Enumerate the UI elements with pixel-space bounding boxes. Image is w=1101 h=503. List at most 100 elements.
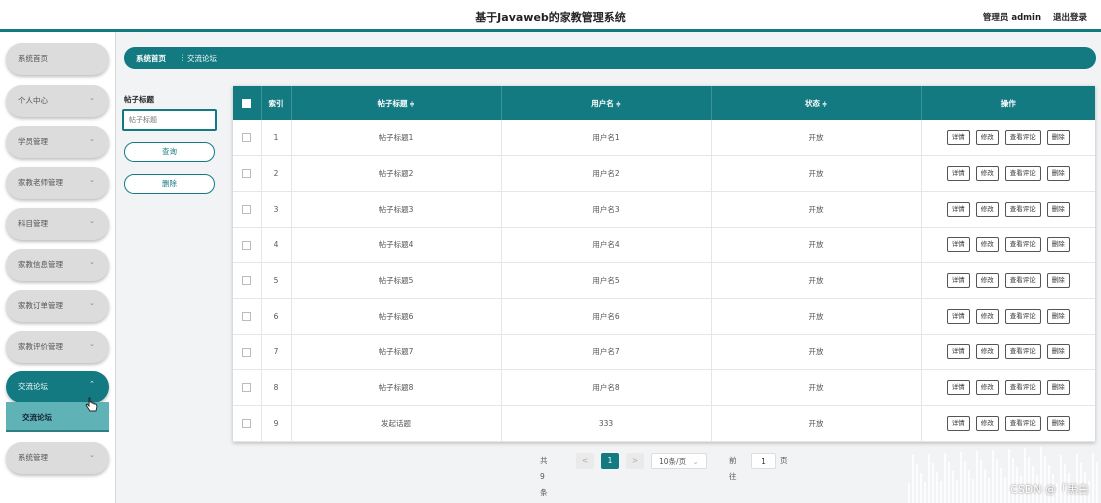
edit-button[interactable]: 修改 xyxy=(975,130,999,146)
view-comments-button[interactable]: 查看评论 xyxy=(1004,415,1041,431)
sidebar-item-9[interactable]: 系统管理 ⌄ xyxy=(6,442,109,474)
detail-button[interactable]: 详情 xyxy=(946,237,970,253)
select-all-checkbox-cell[interactable] xyxy=(233,86,262,120)
sort-icon[interactable]: ≑ xyxy=(616,101,621,108)
sidebar-item-0[interactable]: 系统首页 xyxy=(6,43,109,75)
sidebar-item-7[interactable]: 家教评价管理 ⌄ xyxy=(6,331,109,363)
edit-button[interactable]: 修改 xyxy=(975,237,999,253)
sort-icon[interactable]: ≑ xyxy=(822,101,827,108)
sidebar-item-1[interactable]: 个人中心 ⌄ xyxy=(6,85,109,117)
cell-actions: 详情 修改 查看评论 删除 xyxy=(921,227,1095,264)
row-checkbox-cell[interactable] xyxy=(233,262,262,299)
select-all-checkbox[interactable] xyxy=(242,98,252,108)
sidebar-item-6[interactable]: 家教订单管理 ⌄ xyxy=(6,290,109,322)
detail-button[interactable]: 详情 xyxy=(946,344,970,360)
cell-title: 帖子标题2 xyxy=(291,155,502,192)
edit-button[interactable]: 修改 xyxy=(975,344,999,360)
jump-page-suffix: 页 xyxy=(780,456,788,465)
detail-button[interactable]: 详情 xyxy=(946,415,970,431)
pagination-prev-button[interactable]: < xyxy=(576,453,594,469)
page-size-value: 10条/页 xyxy=(659,457,687,466)
delete-selected-button[interactable]: 删除 xyxy=(124,174,215,194)
edit-button[interactable]: 修改 xyxy=(975,380,999,396)
row-checkbox[interactable] xyxy=(242,133,252,143)
delete-row-button[interactable]: 删除 xyxy=(1046,308,1070,324)
row-checkbox-cell[interactable] xyxy=(233,405,262,442)
column-header-username[interactable]: 用户名 ≑ xyxy=(501,86,712,120)
view-comments-button[interactable]: 查看评论 xyxy=(1004,166,1041,182)
edit-button[interactable]: 修改 xyxy=(975,308,999,324)
cell-title: 帖子标题3 xyxy=(291,191,502,228)
view-comments-button[interactable]: 查看评论 xyxy=(1004,130,1041,146)
admin-user-label[interactable]: 管理员 admin xyxy=(983,11,1041,23)
row-checkbox[interactable] xyxy=(242,169,252,179)
edit-button[interactable]: 修改 xyxy=(975,166,999,182)
row-checkbox[interactable] xyxy=(242,240,252,250)
page-size-select[interactable]: 10条/页 ⌄ xyxy=(651,453,707,469)
query-button[interactable]: 查询 xyxy=(124,142,215,162)
delete-row-button[interactable]: 删除 xyxy=(1046,130,1070,146)
cell-title: 帖子标题6 xyxy=(291,298,502,335)
row-checkbox[interactable] xyxy=(242,204,252,214)
row-checkbox-cell[interactable] xyxy=(233,120,262,157)
cell-status: 开放 xyxy=(711,334,922,371)
jump-to-page-input[interactable]: 1 xyxy=(751,453,776,469)
column-header-title-label: 帖子标题 xyxy=(377,98,408,108)
row-checkbox-cell[interactable] xyxy=(233,334,262,371)
view-comments-button[interactable]: 查看评论 xyxy=(1004,308,1041,324)
chevron-down-icon: ⌄ xyxy=(89,94,95,102)
sidebar-item-4[interactable]: 科目管理 ⌄ xyxy=(6,208,109,240)
delete-row-button[interactable]: 删除 xyxy=(1046,273,1070,289)
column-header-status[interactable]: 状态 ≑ xyxy=(711,86,922,120)
cell-title: 帖子标题7 xyxy=(291,334,502,371)
delete-row-button[interactable]: 删除 xyxy=(1046,415,1070,431)
delete-row-button[interactable]: 删除 xyxy=(1046,380,1070,396)
csdn-watermark: CSDN @「黑白 xyxy=(1010,483,1089,496)
detail-button[interactable]: 详情 xyxy=(946,380,970,396)
cell-status: 开放 xyxy=(711,298,922,335)
logout-link[interactable]: 退出登录 xyxy=(1053,11,1087,23)
cell-username: 用户名4 xyxy=(501,227,712,264)
detail-button[interactable]: 详情 xyxy=(946,273,970,289)
view-comments-button[interactable]: 查看评论 xyxy=(1004,237,1041,253)
edit-button[interactable]: 修改 xyxy=(975,273,999,289)
row-checkbox[interactable] xyxy=(242,419,252,429)
sidebar-item-5[interactable]: 家教信息管理 ⌄ xyxy=(6,249,109,281)
pagination-page-1[interactable]: 1 xyxy=(601,453,619,469)
delete-row-button[interactable]: 删除 xyxy=(1046,166,1070,182)
row-checkbox-cell[interactable] xyxy=(233,298,262,335)
edit-button[interactable]: 修改 xyxy=(975,415,999,431)
cell-username: 333 xyxy=(501,405,712,442)
cell-index: 8 xyxy=(261,369,292,406)
view-comments-button[interactable]: 查看评论 xyxy=(1004,380,1041,396)
delete-row-button[interactable]: 删除 xyxy=(1046,201,1070,217)
row-checkbox[interactable] xyxy=(242,383,252,393)
breadcrumb-home[interactable]: 系统首页 xyxy=(136,53,166,64)
detail-button[interactable]: 详情 xyxy=(946,201,970,217)
delete-row-button[interactable]: 删除 xyxy=(1046,344,1070,360)
view-comments-button[interactable]: 查看评论 xyxy=(1004,201,1041,217)
view-comments-button[interactable]: 查看评论 xyxy=(1004,344,1041,360)
row-checkbox[interactable] xyxy=(242,312,252,322)
row-checkbox-cell[interactable] xyxy=(233,155,262,192)
row-checkbox-cell[interactable] xyxy=(233,191,262,228)
edit-button[interactable]: 修改 xyxy=(975,201,999,217)
row-checkbox[interactable] xyxy=(242,276,252,286)
delete-row-button[interactable]: 删除 xyxy=(1046,237,1070,253)
cell-status: 开放 xyxy=(711,262,922,299)
view-comments-button[interactable]: 查看评论 xyxy=(1004,273,1041,289)
cell-username: 用户名1 xyxy=(501,120,712,157)
detail-button[interactable]: 详情 xyxy=(946,308,970,324)
cell-index: 4 xyxy=(261,227,292,264)
row-checkbox-cell[interactable] xyxy=(233,227,262,264)
row-checkbox-cell[interactable] xyxy=(233,369,262,406)
detail-button[interactable]: 详情 xyxy=(946,166,970,182)
pagination-next-button[interactable]: > xyxy=(626,453,644,469)
sidebar-item-3[interactable]: 家教老师管理 ⌄ xyxy=(6,167,109,199)
column-header-title[interactable]: 帖子标题 ≑ xyxy=(291,86,502,120)
sort-icon[interactable]: ≑ xyxy=(409,101,414,108)
sidebar-item-2[interactable]: 学员管理 ⌄ xyxy=(6,126,109,158)
post-title-search-input[interactable] xyxy=(122,109,217,131)
detail-button[interactable]: 详情 xyxy=(946,130,970,146)
row-checkbox[interactable] xyxy=(242,347,252,357)
